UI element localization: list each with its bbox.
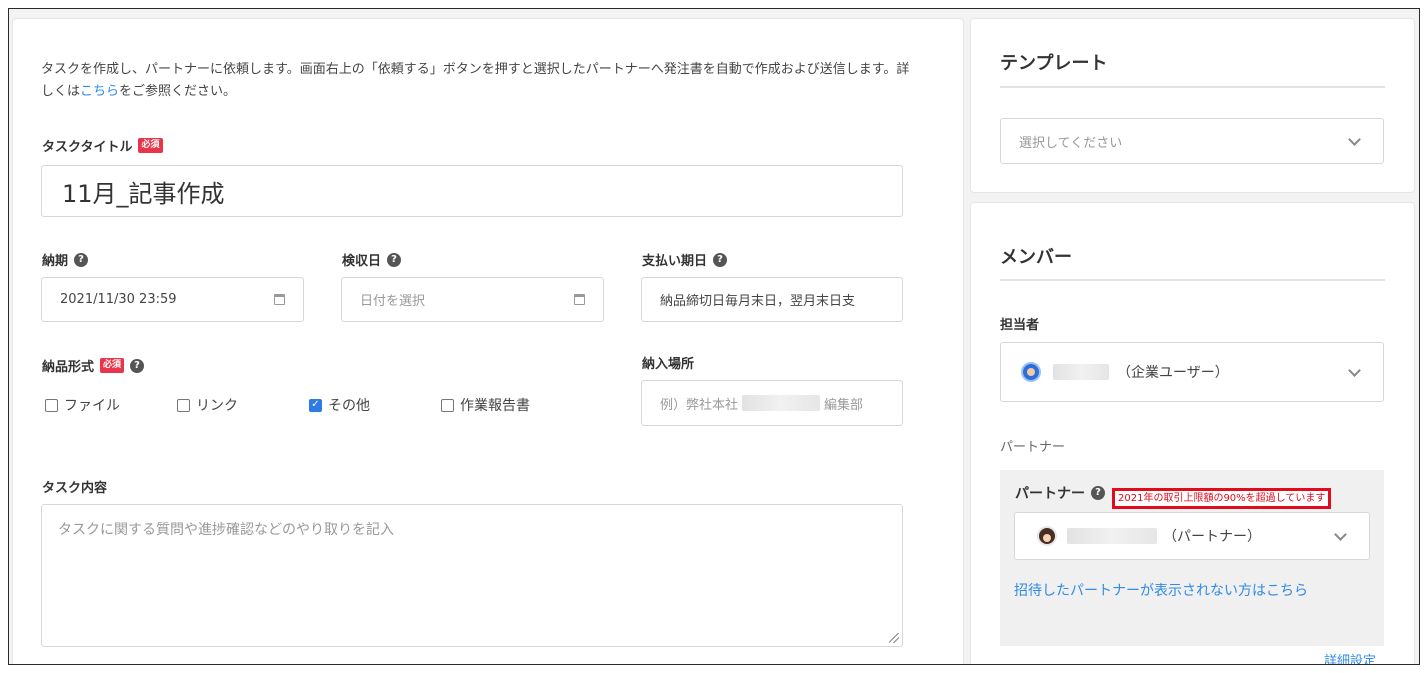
- deadline-input[interactable]: 2021/11/30 23:59: [41, 277, 304, 322]
- delivery-place-placeholder-suffix: 編集部: [824, 397, 864, 413]
- required-badge: 必須: [100, 358, 125, 373]
- question-icon[interactable]: ?: [130, 358, 145, 373]
- resize-handle-icon[interactable]: [889, 633, 899, 643]
- delivery-format-label-text: 納品形式: [42, 360, 95, 375]
- checkbox-work-report[interactable]: 作業報告書: [441, 395, 530, 415]
- task-content-textarea[interactable]: タスクに関する質問や進捗確認などのやり取りを記入: [41, 504, 903, 647]
- deadline-value: 2021/11/30 23:59: [60, 292, 177, 307]
- chevron-down-icon: [1334, 528, 1347, 541]
- checkbox-other[interactable]: ✓ その他: [309, 395, 441, 415]
- screen-frame: タスクを作成し、パートナーに依頼します。画面右上の「依頼する」ボタンを押すと選択…: [8, 8, 1420, 665]
- task-title-label: タスクタイトル 必須: [42, 136, 163, 155]
- delivery-place-label: 納入場所: [642, 353, 694, 372]
- task-content-placeholder: タスクに関する質問や進捗確認などのやり取りを記入: [58, 522, 394, 538]
- intro-text: タスクを作成し、パートナーに依頼します。画面右上の「依頼する」ボタンを押すと選択…: [41, 59, 921, 103]
- delivery-format-options: ファイル リンク ✓ その他 作業報告書: [45, 395, 530, 415]
- template-title: テンプレート: [1000, 53, 1108, 74]
- partner-box: パートナー ? 2021年の取引上限額の90%を超過しています （パートナー） …: [1000, 470, 1384, 646]
- chevron-down-icon: [1348, 133, 1361, 146]
- help-link[interactable]: こちら: [80, 84, 119, 99]
- question-icon[interactable]: ?: [74, 252, 89, 267]
- intro-text-after: をご参照ください。: [119, 84, 237, 99]
- question-icon[interactable]: ?: [713, 252, 728, 267]
- payment-due-input[interactable]: 納品締切日毎月末日，翌月末日支: [641, 277, 903, 322]
- checkbox-link[interactable]: リンク: [177, 395, 309, 415]
- member-panel: メンバー 担当者 （企業ユーザー） パートナー パートナー ? 2021年の取引…: [970, 202, 1415, 664]
- payment-due-label: 支払い期日 ?: [642, 250, 728, 269]
- required-badge: 必須: [138, 138, 163, 153]
- deadline-label-text: 納期: [42, 254, 69, 269]
- inspection-label: 検収日 ?: [342, 250, 402, 269]
- delivery-place-placeholder-prefix: 例）弊社本社: [660, 397, 739, 413]
- delivery-format-label: 納品形式 必須 ?: [42, 356, 145, 375]
- question-icon[interactable]: ?: [1091, 486, 1105, 500]
- checkbox-label: ファイル: [64, 398, 120, 414]
- calendar-icon: [574, 293, 585, 305]
- checkbox-label: リンク: [196, 398, 238, 414]
- template-select[interactable]: 選択してください: [1000, 118, 1384, 164]
- detail-settings-link[interactable]: 詳細設定: [1324, 650, 1376, 664]
- payment-label-text: 支払い期日: [642, 254, 708, 269]
- task-title-input[interactable]: 11月_記事作成: [41, 165, 903, 217]
- assignee-label: 担当者: [1000, 318, 1040, 333]
- divider: [1000, 279, 1385, 281]
- invite-partner-link[interactable]: 招待したパートナーが表示されない方はこちら: [1014, 580, 1308, 600]
- template-panel: テンプレート 選択してください: [970, 18, 1415, 193]
- checkbox-file[interactable]: ファイル: [45, 395, 177, 415]
- task-title-label-text: タスクタイトル: [42, 140, 133, 155]
- question-icon[interactable]: ?: [387, 252, 402, 267]
- partner-avatar: [1037, 526, 1057, 546]
- deadline-label: 納期 ?: [42, 250, 89, 269]
- assignee-select[interactable]: （企業ユーザー）: [1000, 342, 1384, 402]
- checkbox-label: その他: [328, 398, 370, 414]
- checkbox-box[interactable]: [177, 398, 190, 412]
- chevron-down-icon: [1348, 364, 1361, 377]
- check-icon[interactable]: ✓: [309, 398, 322, 412]
- redacted-block: [742, 395, 821, 411]
- inspection-placeholder: 日付を選択: [360, 294, 426, 309]
- member-title: メンバー: [1000, 247, 1072, 268]
- task-content-label: タスク内容: [42, 477, 107, 496]
- checkbox-label: 作業報告書: [460, 398, 530, 414]
- payment-value: 納品締切日毎月末日，翌月末日支: [660, 294, 856, 309]
- partner-label-text: パートナー: [1015, 486, 1085, 502]
- partner-select[interactable]: （パートナー）: [1014, 512, 1370, 560]
- partner-limit-warning: 2021年の取引上限額の90%を超過しています: [1112, 488, 1332, 509]
- assignee-suffix: （企業ユーザー）: [1117, 365, 1229, 381]
- partner-label: パートナー ?: [1015, 483, 1105, 503]
- template-placeholder: 選択してください: [1019, 135, 1123, 151]
- delivery-place-input[interactable]: 例）弊社本社 編集部: [641, 380, 903, 426]
- task-form-panel: タスクを作成し、パートナーに依頼します。画面右上の「依頼する」ボタンを押すと選択…: [12, 18, 964, 664]
- partner-section-label: パートナー: [1000, 440, 1066, 455]
- delivery-place-label-text: 納入場所: [642, 357, 695, 372]
- user-avatar: [1021, 362, 1041, 382]
- partner-suffix: （パートナー）: [1163, 529, 1261, 545]
- redacted-name: [1067, 528, 1157, 544]
- redacted-name: [1053, 364, 1109, 380]
- task-title-value: 11月_記事作成: [62, 179, 225, 208]
- checkbox-box[interactable]: [45, 398, 58, 412]
- divider: [1000, 86, 1385, 88]
- checkbox-box[interactable]: [441, 398, 454, 412]
- calendar-icon: [274, 293, 285, 305]
- inspection-label-text: 検収日: [342, 254, 382, 269]
- inspection-date-input[interactable]: 日付を選択: [341, 277, 604, 322]
- task-content-label-text: タスク内容: [42, 481, 108, 496]
